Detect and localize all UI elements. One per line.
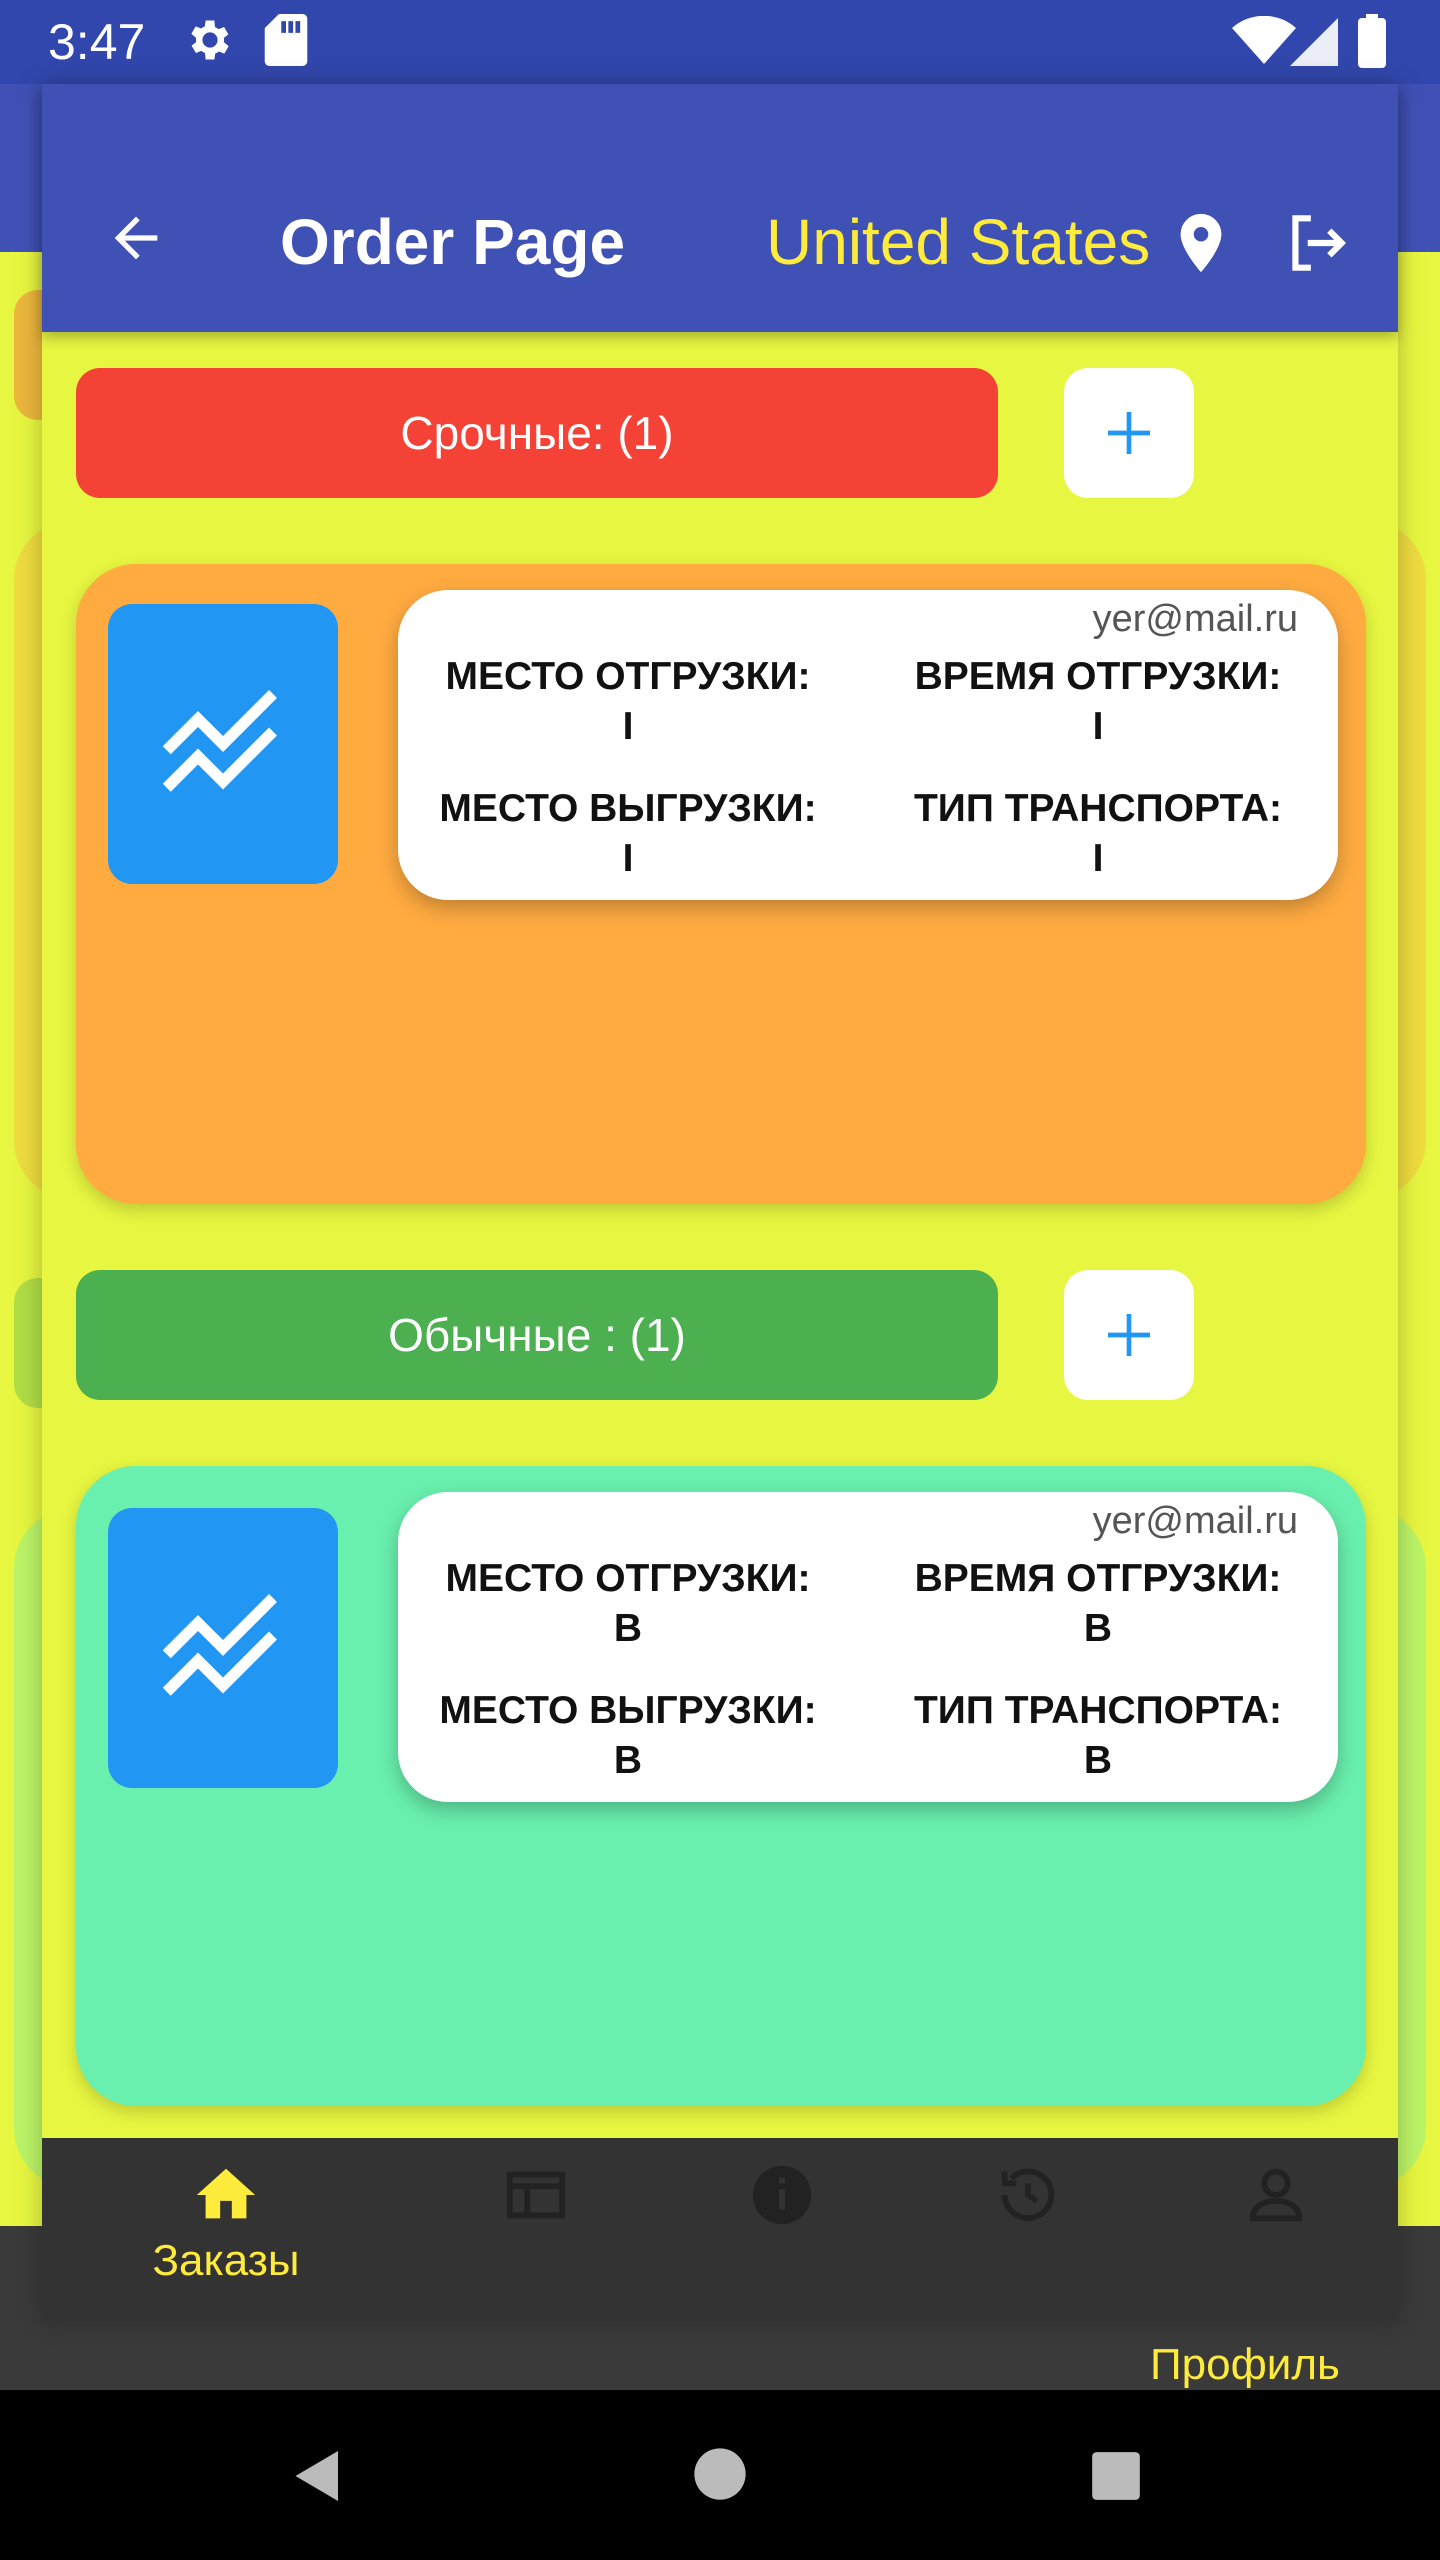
order-email: yer@mail.ru	[1092, 598, 1298, 640]
field-label: МЕСТО ВЫГРУЗКИ:	[439, 1689, 817, 1732]
urgent-section-pill[interactable]: Срочные: (1)	[76, 368, 998, 498]
field-value: I	[622, 705, 634, 748]
field-value: B	[1083, 1739, 1113, 1782]
system-back-button[interactable]	[288, 2446, 348, 2511]
field-value: B	[1083, 1607, 1113, 1650]
nav-item-orders[interactable]: Заказы	[146, 2160, 306, 2300]
news-icon	[506, 2171, 566, 2219]
order-field-loading-place: МЕСТО ОТГРУЗКИ: I	[398, 652, 858, 752]
trending-icon	[162, 690, 277, 792]
add-normal-order-button[interactable]	[1064, 1270, 1194, 1400]
location-pin-icon[interactable]	[1166, 208, 1236, 283]
logout-button[interactable]	[1280, 206, 1354, 285]
order-tile	[108, 1508, 338, 1788]
plus-icon	[1108, 1314, 1150, 1356]
field-label: ТИП ТРАНСПОРТА:	[913, 787, 1282, 830]
field-value: I	[1092, 837, 1104, 880]
logout-icon	[1292, 215, 1347, 271]
battery-icon	[1358, 14, 1386, 73]
trending-icon	[162, 1594, 277, 1696]
order-field-loading-time: ВРЕМЯ ОТГРУЗКИ: B	[868, 1554, 1328, 1654]
profile-icon	[1249, 2168, 1303, 2222]
triangle-back-icon	[295, 2451, 338, 2501]
add-urgent-order-button[interactable]	[1064, 368, 1194, 498]
order-field-loading-time: ВРЕМЯ ОТГРУЗКИ: I	[868, 652, 1328, 752]
order-info-box: yer@mail.ru МЕСТО ОТГРУЗКИ: I ВРЕМЯ ОТГР…	[398, 590, 1338, 900]
info-icon	[752, 2165, 812, 2225]
circle-home-icon	[694, 2448, 746, 2500]
system-recents-button[interactable]	[1090, 2450, 1142, 2507]
order-field-unloading-place: МЕСТО ВЫГРУЗКИ: I	[398, 784, 858, 884]
nav-item-news[interactable]	[456, 2160, 616, 2300]
signal-icon	[1290, 18, 1338, 71]
field-value: I	[622, 837, 634, 880]
sd-card-icon	[264, 14, 308, 71]
field-value: B	[613, 1739, 643, 1782]
ghost-nav-label-profile: Профиль	[1150, 2340, 1340, 2389]
order-email: yer@mail.ru	[1092, 1500, 1298, 1542]
field-label: ВРЕМЯ ОТГРУЗКИ:	[914, 1557, 1282, 1600]
order-field-unloading-place: МЕСТО ВЫГРУЗКИ: B	[398, 1686, 858, 1786]
country-selector[interactable]: United States	[766, 200, 1150, 284]
nav-item-info[interactable]	[702, 2160, 862, 2300]
normal-section-pill[interactable]: Обычные : (1)	[76, 1270, 998, 1400]
page-title: Order Page	[280, 206, 626, 278]
square-recents-icon	[1092, 2452, 1140, 2500]
history-icon	[1001, 2168, 1055, 2221]
arrow-back-icon	[114, 216, 158, 260]
home-icon	[196, 2168, 256, 2219]
field-label: МЕСТО ВЫГРУЗКИ:	[439, 787, 817, 830]
field-label: МЕСТО ОТГРУЗКИ:	[445, 655, 811, 698]
status-time: 3:47	[48, 14, 146, 70]
order-field-loading-place: МЕСТО ОТГРУЗКИ: B	[398, 1554, 858, 1654]
order-tile	[108, 604, 338, 884]
wifi-icon	[1232, 15, 1296, 69]
order-field-transport-type: ТИП ТРАНСПОРТА: I	[868, 784, 1328, 884]
nav-label-orders: Заказы	[152, 2236, 300, 2285]
nav-item-profile[interactable]	[1196, 2160, 1356, 2300]
plus-icon	[1108, 412, 1150, 454]
system-home-button[interactable]	[692, 2446, 748, 2507]
nav-item-history[interactable]	[948, 2160, 1108, 2300]
field-label: МЕСТО ОТГРУЗКИ:	[445, 1557, 811, 1600]
order-field-transport-type: ТИП ТРАНСПОРТА: B	[868, 1686, 1328, 1786]
field-value: I	[1092, 705, 1104, 748]
back-button[interactable]	[104, 206, 168, 275]
field-value: B	[613, 1607, 643, 1650]
field-label: ТИП ТРАНСПОРТА:	[913, 1689, 1282, 1732]
settings-icon	[184, 14, 236, 71]
field-label: ВРЕМЯ ОТГРУЗКИ:	[914, 655, 1282, 698]
order-info-box: yer@mail.ru МЕСТО ОТГРУЗКИ: B ВРЕМЯ ОТГР…	[398, 1492, 1338, 1802]
